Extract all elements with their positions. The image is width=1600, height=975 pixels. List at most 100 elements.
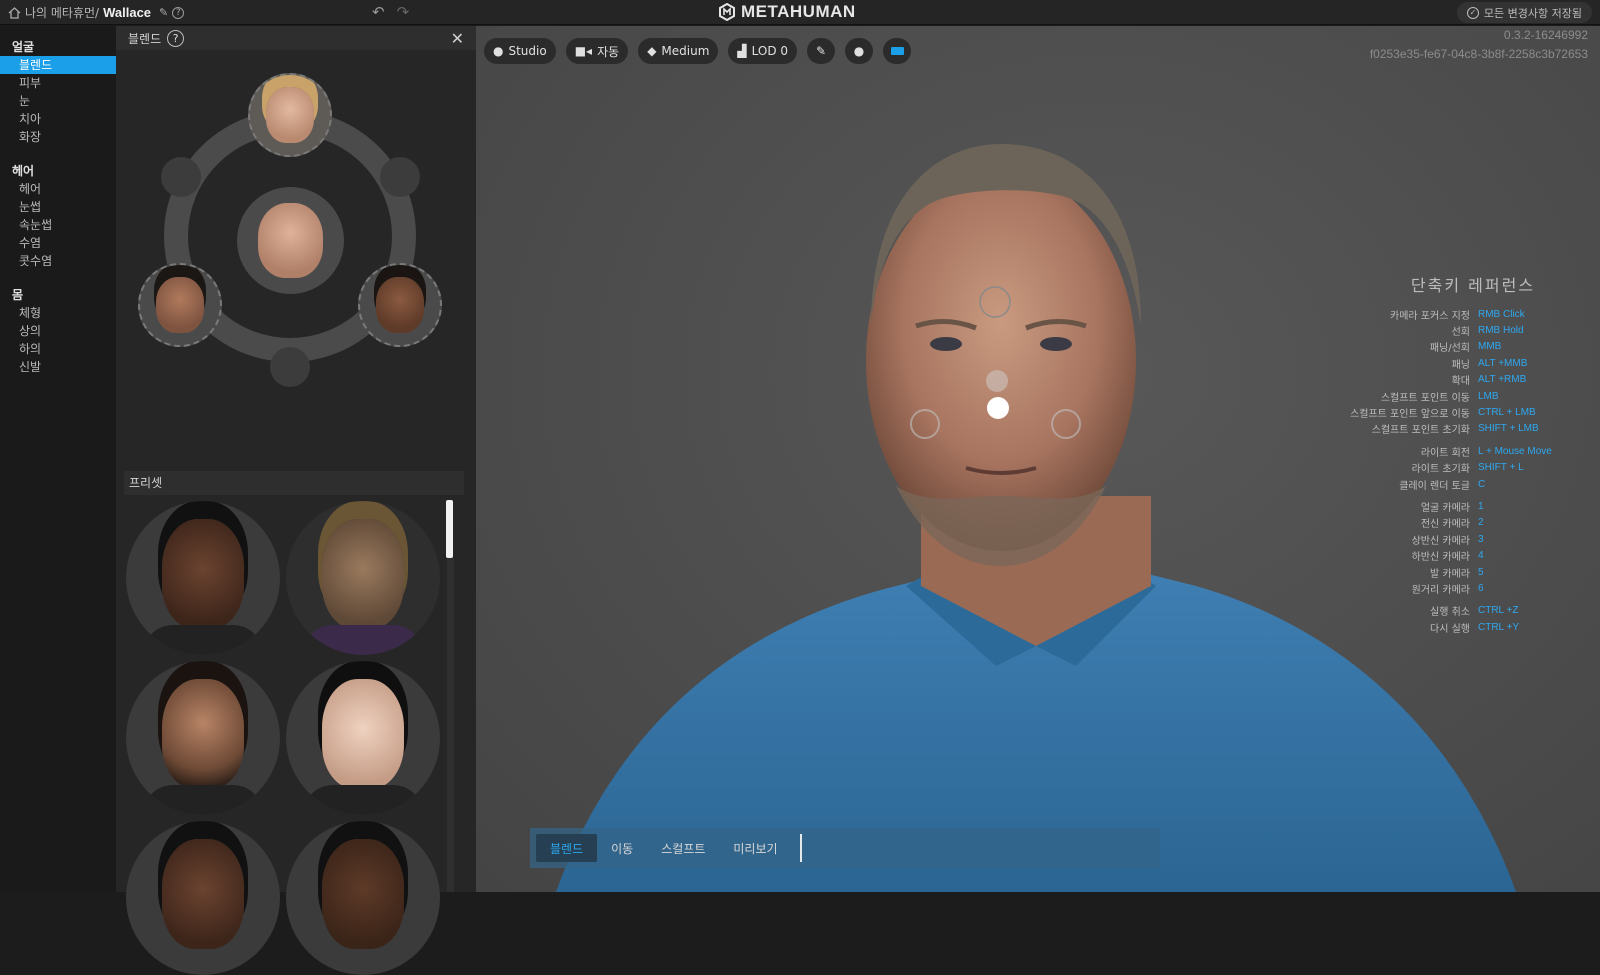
top-bar: 나의 메타휴먼/ Wallace ✎ ? ↶ ↷ METAHUMAN ✓ 모든 … bbox=[0, 0, 1600, 25]
info-icon[interactable]: ? bbox=[172, 6, 185, 19]
save-status: ✓ 모든 변경사항 저장됨 bbox=[1456, 2, 1592, 23]
shortcut-row: 스컬프트 포인트 초기화 SHIFT + LMB bbox=[1344, 421, 1584, 437]
version-info: 0.3.2-16246992 f0253e35-fe67-04c8-3b8f-2… bbox=[1370, 26, 1588, 64]
shortcut-key: LMB bbox=[1478, 390, 1499, 402]
shortcut-action: 실행 취소 bbox=[1430, 607, 1470, 619]
sidebar-section-body: 몸 bbox=[12, 288, 24, 302]
breadcrumb-root[interactable]: 나의 메타휴먼/ bbox=[25, 4, 99, 21]
sidebar-item-hair[interactable]: 헤어 bbox=[0, 180, 116, 198]
shortcut-row: 하반신 카메라 4 bbox=[1344, 547, 1584, 563]
shortcut-row: 패닝/선회 MMB bbox=[1344, 339, 1584, 355]
lod-button[interactable]: ▟ LOD 0 bbox=[728, 38, 798, 64]
blend-face-top[interactable] bbox=[248, 73, 332, 157]
check-circle-icon: ✓ bbox=[1466, 6, 1479, 19]
lighting-label: Studio bbox=[508, 44, 547, 58]
preset-card[interactable] bbox=[286, 661, 440, 815]
sidebar-item-mustache[interactable]: 콧수염 bbox=[0, 252, 116, 270]
viewport[interactable]: ● Studio ■◂ 자동 ◆ Medium ▟ LOD 0 ✎ ● 0.3.… bbox=[476, 26, 1600, 892]
mode-sculpt[interactable]: 스컬프트 bbox=[647, 834, 719, 862]
shortcut-key: C bbox=[1478, 478, 1486, 490]
shortcut-action: 패닝 bbox=[1451, 359, 1470, 371]
shortcut-key: 1 bbox=[1478, 500, 1484, 512]
shortcut-action: 라이트 회전 bbox=[1420, 447, 1470, 459]
shortcut-action: 발 카메라 bbox=[1430, 568, 1470, 580]
edit-name-icon[interactable]: ✎ bbox=[159, 6, 168, 19]
home-icon[interactable] bbox=[8, 6, 21, 19]
build-hash: f0253e35-fe67-04c8-3b8f-2258c3b72653 bbox=[1369, 47, 1588, 61]
sidebar-item-beard[interactable]: 수염 bbox=[0, 234, 116, 252]
shortcut-key: CTRL +Z bbox=[1478, 605, 1519, 617]
preset-card[interactable] bbox=[126, 501, 280, 655]
shortcut-action: 스컬프트 포인트 앞으로 이동 bbox=[1350, 409, 1470, 421]
blend-slot-empty[interactable] bbox=[161, 157, 201, 197]
bulb-icon: ● bbox=[493, 44, 504, 58]
blend-slot-empty[interactable] bbox=[270, 347, 310, 387]
sidebar-item-makeup[interactable]: 화장 bbox=[0, 128, 116, 146]
sidebar-item-skin[interactable]: 피부 bbox=[0, 74, 116, 92]
shortcut-row: 전신 카메라 2 bbox=[1344, 515, 1584, 531]
shortcut-action: 선회 bbox=[1451, 327, 1470, 339]
sidebar-item-body-type[interactable]: 체형 bbox=[0, 304, 116, 322]
preset-card[interactable] bbox=[286, 501, 440, 655]
blend-face-center[interactable] bbox=[237, 187, 344, 294]
preset-card[interactable] bbox=[126, 821, 280, 975]
sculpt-point[interactable] bbox=[986, 370, 1008, 392]
shortcut-action: 스컬프트 포인트 초기화 bbox=[1371, 425, 1470, 437]
shortcut-row: 다시 실행 CTRL +Y bbox=[1344, 619, 1584, 635]
shortcut-row: 라이트 회전 L + Mouse Move bbox=[1344, 443, 1584, 459]
shortcut-row: 확대 ALT +RMB bbox=[1344, 372, 1584, 388]
shortcut-key: 5 bbox=[1478, 566, 1484, 578]
head-icon[interactable]: ● bbox=[845, 38, 874, 64]
keyboard-icon[interactable] bbox=[883, 38, 912, 64]
redo-icon[interactable]: ↷ bbox=[397, 3, 410, 21]
mode-preview[interactable]: 미리보기 bbox=[719, 834, 791, 862]
shortcut-row: 패닝 ALT +MMB bbox=[1344, 355, 1584, 371]
blend-slot-empty[interactable] bbox=[380, 157, 420, 197]
preset-card[interactable] bbox=[286, 821, 440, 975]
shortcut-key: SHIFT + LMB bbox=[1478, 423, 1539, 435]
quality-label: Medium bbox=[661, 44, 710, 58]
sidebar-item-top[interactable]: 상의 bbox=[0, 322, 116, 340]
quality-button[interactable]: ◆ Medium bbox=[638, 38, 719, 64]
brush-icon[interactable]: ✎ bbox=[807, 38, 836, 64]
blend-face-right[interactable] bbox=[358, 263, 442, 347]
blend-panel-header: 블렌드 ? bbox=[116, 26, 476, 50]
shortcut-action: 하반신 카메라 bbox=[1411, 552, 1470, 564]
logo-text: METAHUMAN bbox=[741, 2, 856, 21]
lighting-button[interactable]: ● Studio bbox=[484, 38, 556, 64]
shortcut-action: 전신 카메라 bbox=[1420, 519, 1470, 531]
mode-blend[interactable]: 블렌드 bbox=[536, 834, 598, 862]
shortcut-row: 얼굴 카메라 1 bbox=[1344, 498, 1584, 514]
shortcut-row: 라이트 초기화 SHIFT + L bbox=[1344, 460, 1584, 476]
blend-panel-title: 블렌드 bbox=[128, 31, 162, 46]
camera-button[interactable]: ■◂ 자동 bbox=[565, 38, 629, 64]
sidebar-item-teeth[interactable]: 치아 bbox=[0, 110, 116, 128]
version-number: 0.3.2-16246992 bbox=[1503, 28, 1588, 42]
shortcut-key: L + Mouse Move bbox=[1478, 445, 1552, 457]
viewport-toolbar: ● Studio ■◂ 자동 ◆ Medium ▟ LOD 0 ✎ ● bbox=[484, 38, 912, 64]
shortcut-key: ALT +RMB bbox=[1478, 374, 1527, 386]
presets-scrollbar-thumb[interactable] bbox=[446, 500, 453, 558]
sidebar-item-bottom[interactable]: 하의 bbox=[0, 340, 116, 358]
presets-scrollbar-track[interactable] bbox=[447, 558, 454, 892]
sidebar: 얼굴 블렌드 피부 눈 치아 화장 헤어 헤어 눈썹 속눈썹 수염 콧수염 몸 … bbox=[0, 26, 116, 892]
question-icon[interactable]: ? bbox=[167, 29, 185, 47]
sidebar-item-eyebrows[interactable]: 눈썹 bbox=[0, 198, 116, 216]
sidebar-item-shoes[interactable]: 신발 bbox=[0, 358, 116, 376]
preset-card[interactable] bbox=[126, 661, 280, 815]
sidebar-item-eyes[interactable]: 눈 bbox=[0, 92, 116, 110]
mode-move[interactable]: 이동 bbox=[597, 834, 647, 862]
undo-icon[interactable]: ↶ bbox=[372, 3, 385, 21]
blend-face-left[interactable] bbox=[138, 263, 222, 347]
metahuman-logo: METAHUMAN bbox=[718, 2, 856, 22]
blend-panel: 블렌드 ? ✕ 프리셋 bbox=[116, 26, 476, 975]
diamond-icon: ◆ bbox=[647, 44, 657, 58]
close-icon[interactable]: ✕ bbox=[451, 29, 464, 48]
lod-label: LOD 0 bbox=[751, 44, 789, 58]
shortcut-row: 원거리 카메라 6 bbox=[1344, 580, 1584, 596]
sidebar-item-blend[interactable]: 블렌드 bbox=[0, 56, 116, 74]
sidebar-item-eyelashes[interactable]: 속눈썹 bbox=[0, 216, 116, 234]
shortcut-key: RMB Hold bbox=[1478, 325, 1524, 337]
sculpt-point-active[interactable] bbox=[987, 397, 1009, 419]
save-status-text: 모든 변경사항 저장됨 bbox=[1483, 6, 1582, 20]
